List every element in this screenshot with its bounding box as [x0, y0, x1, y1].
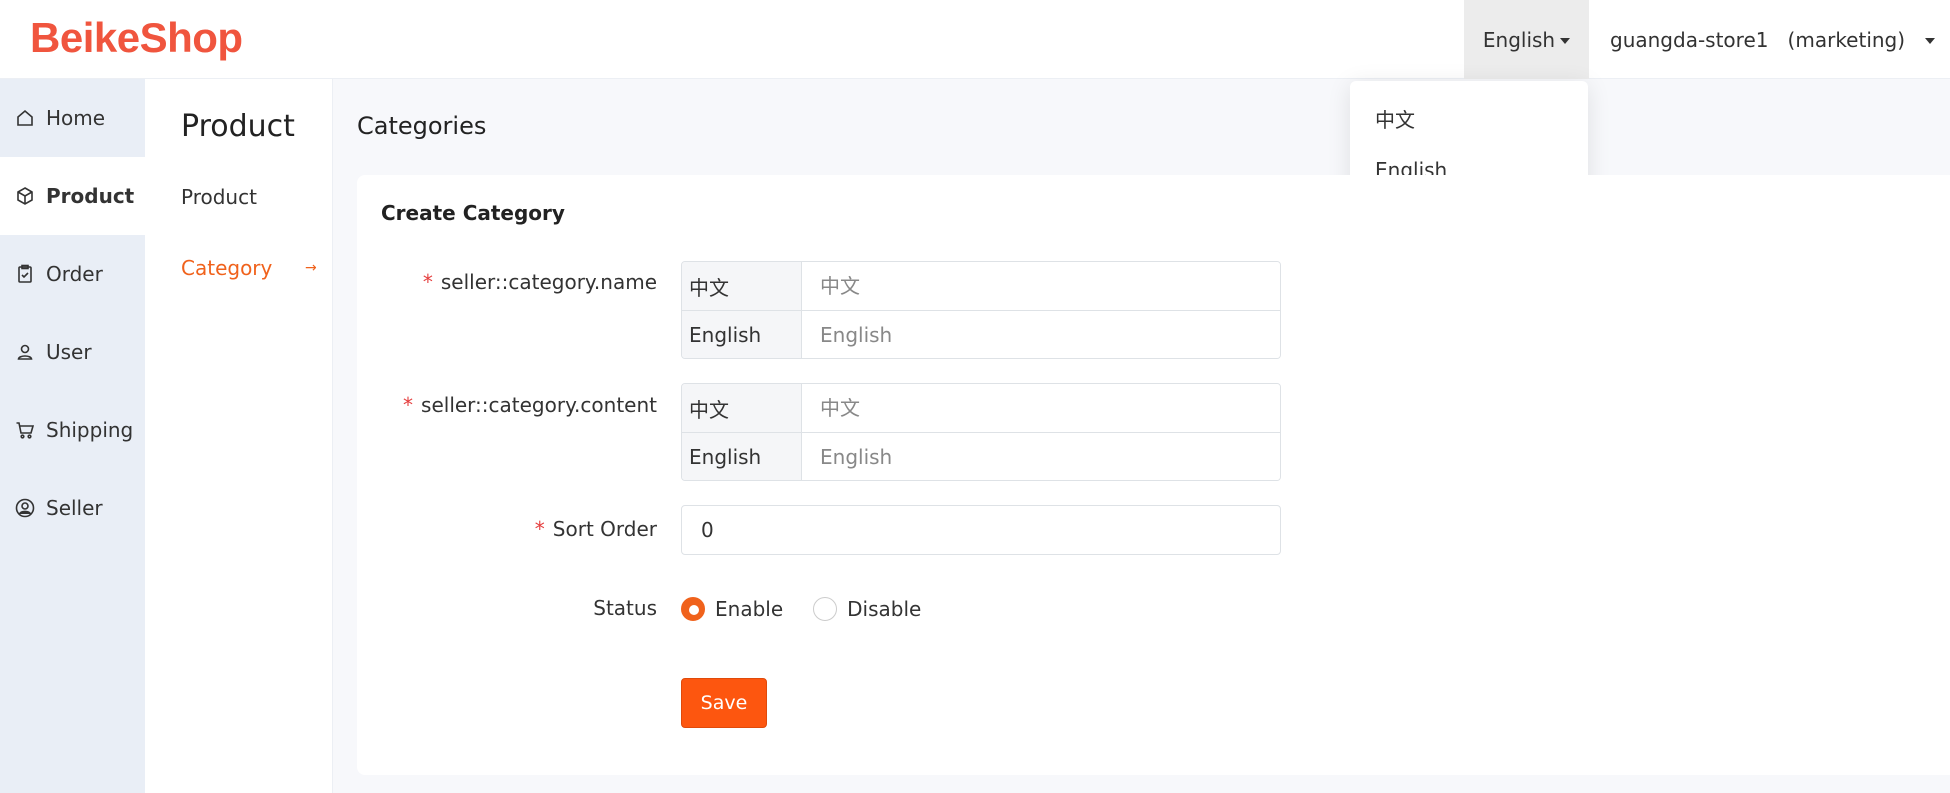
user-menu-label: guangda-store1 (marketing): [1610, 27, 1906, 52]
language-addon: English: [682, 311, 802, 358]
required-marker: *: [403, 393, 414, 417]
status-label: Status: [593, 596, 657, 620]
cart-icon: [16, 422, 35, 439]
name-input-english[interactable]: [803, 311, 1280, 358]
brand-logo[interactable]: BeikeShop: [30, 14, 243, 62]
content-label: * seller::category.content: [403, 393, 657, 417]
name-label-container: * seller::category.name: [357, 260, 657, 310]
name-row-english: English: [682, 310, 1280, 358]
status-disable-label[interactable]: Disable: [847, 597, 921, 621]
create-category-card: Create Category * seller::category.name 中…: [357, 175, 1950, 775]
sidebar-item-label: Seller: [46, 496, 103, 520]
status-radio-group: Enable Disable: [681, 594, 921, 624]
content-row-chinese: 中文: [682, 384, 1280, 432]
language-addon: 中文: [682, 262, 802, 310]
sidebar-item-seller[interactable]: Seller: [0, 469, 145, 547]
sub-navigation: Product Product Category →: [145, 79, 333, 793]
language-switcher-label: English: [1482, 27, 1556, 52]
card-title: Create Category: [381, 201, 565, 225]
user-menu[interactable]: guangda-store1 (marketing): [1610, 0, 1936, 79]
status-label-container: Status: [357, 594, 657, 644]
sidebar-item-label: Order: [46, 262, 103, 286]
subnav-title: Product: [181, 109, 295, 144]
top-header: BeikeShop English guangda-store1 (market…: [0, 0, 1950, 79]
content-input-english[interactable]: [803, 433, 1280, 480]
name-row-chinese: 中文: [682, 262, 1280, 310]
sidebar-item-shipping[interactable]: Shipping: [0, 391, 145, 469]
home-icon: [17, 109, 33, 126]
content-row-english: English: [682, 432, 1280, 480]
status-enable-label[interactable]: Enable: [715, 597, 783, 621]
sort-order-input[interactable]: [681, 505, 1281, 555]
sidebar-item-label: Product: [46, 184, 135, 208]
content-input-chinese[interactable]: [803, 384, 1280, 432]
caret-down-icon: [1560, 37, 1571, 44]
language-addon: English: [682, 433, 802, 480]
name-input-group: 中文 English: [681, 261, 1281, 359]
sidebar-item-user[interactable]: User: [0, 313, 145, 391]
language-option-chinese[interactable]: 中文: [1350, 93, 1588, 144]
arrow-right-icon: →: [305, 260, 317, 276]
content-input-group: 中文 English: [681, 383, 1281, 481]
sidebar-item-home[interactable]: Home: [0, 79, 145, 157]
user-icon: [17, 344, 33, 360]
sort-order-label-container: * Sort Order: [357, 505, 657, 555]
sidebar: Home Product Order User Shipping Seller: [0, 79, 145, 793]
name-label: * seller::category.name: [422, 270, 657, 294]
status-enable-radio[interactable]: [681, 597, 705, 621]
name-input-chinese[interactable]: [803, 262, 1280, 310]
required-marker: *: [534, 517, 545, 541]
sidebar-item-product[interactable]: Product: [0, 157, 145, 235]
language-switcher[interactable]: English: [1464, 0, 1589, 79]
subnav-item-product[interactable]: Product: [181, 185, 257, 209]
sidebar-item-label: Shipping: [46, 418, 134, 442]
sidebar-item-label: Home: [46, 106, 106, 130]
caret-down-icon: [1925, 37, 1936, 44]
status-disable-radio[interactable]: [813, 597, 838, 621]
save-button[interactable]: Save: [681, 678, 767, 728]
user-circle-icon: [15, 498, 35, 518]
sidebar-item-order[interactable]: Order: [0, 235, 145, 313]
sidebar-item-label: User: [46, 340, 92, 364]
sort-order-label: * Sort Order: [534, 517, 657, 541]
box-icon: [17, 187, 33, 205]
page-title: Categories: [357, 112, 487, 140]
required-marker: *: [422, 270, 433, 294]
clipboard-icon: [18, 264, 32, 283]
content-label-container: * seller::category.content: [357, 383, 657, 433]
language-addon: 中文: [682, 384, 802, 432]
subnav-item-category[interactable]: Category: [181, 256, 272, 280]
